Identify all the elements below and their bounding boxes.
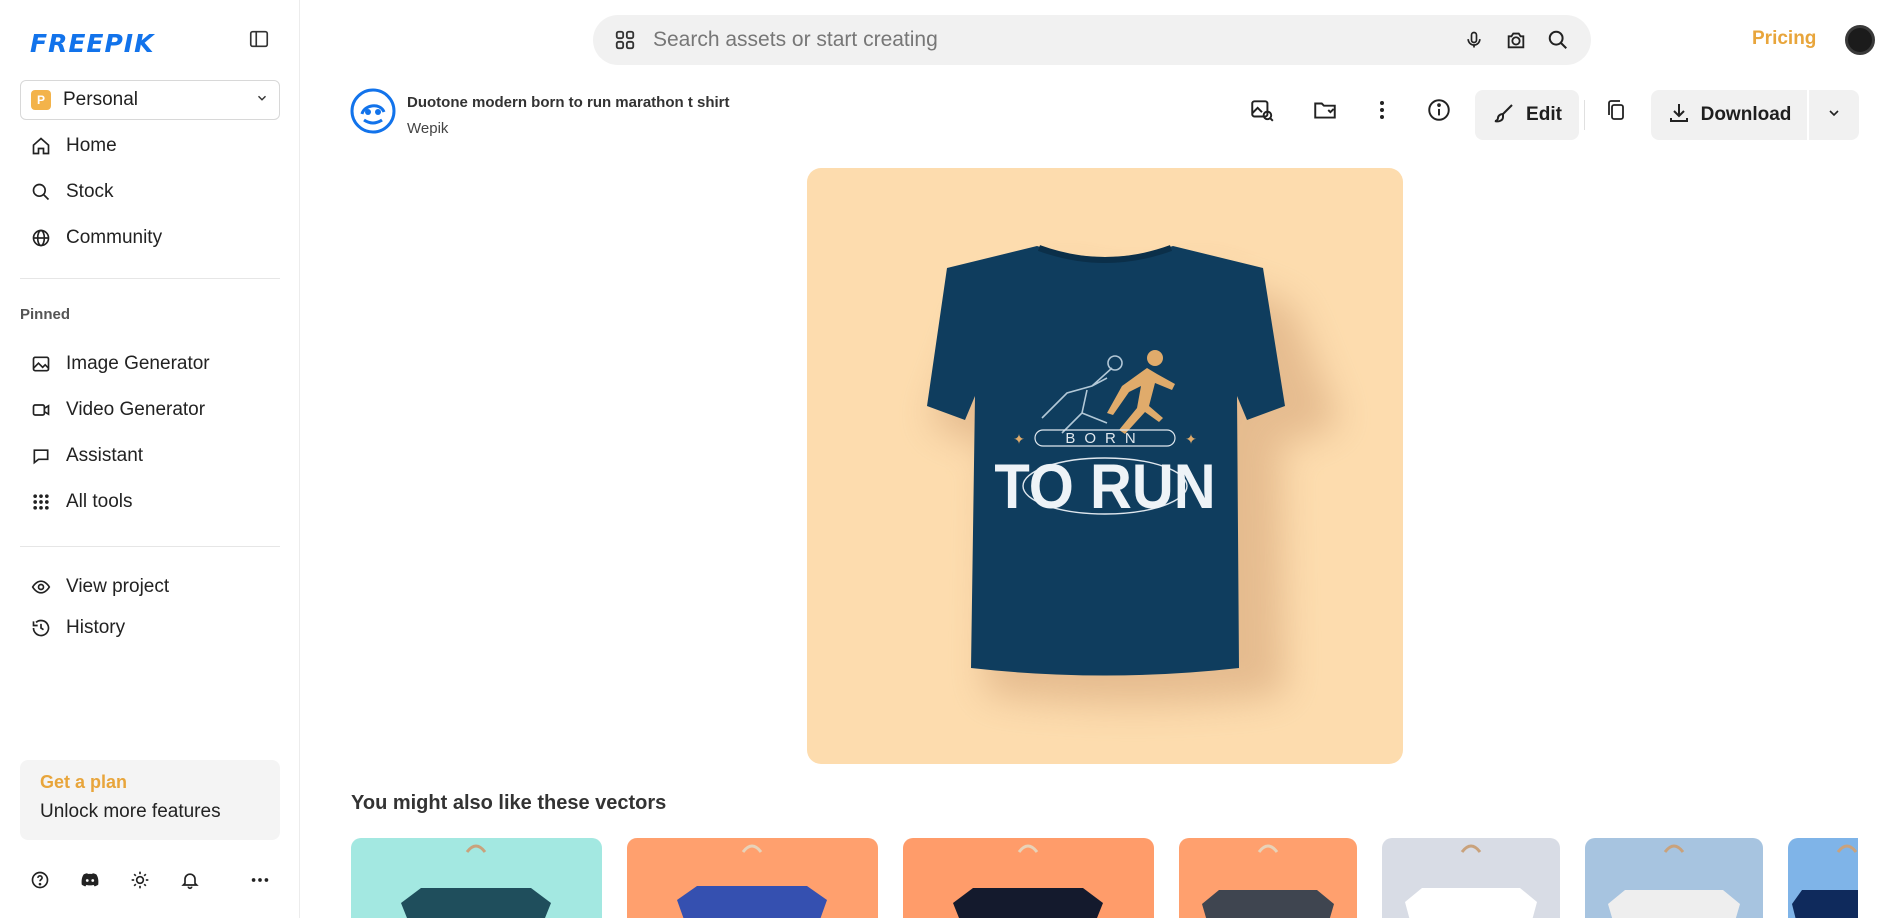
sidebar-item-stock[interactable]: Stock [20,172,280,212]
sun-icon[interactable] [128,868,152,892]
sidebar-item-label: History [66,617,126,638]
chevron-down-icon [1826,105,1842,126]
related-thumbnail[interactable] [627,838,878,918]
microphone-icon[interactable] [1461,27,1487,53]
copy-icon[interactable] [1598,92,1634,128]
asset-author-link[interactable]: Wepik [407,120,448,137]
sidebar-item-label: Home [66,135,117,156]
avatar[interactable] [1845,25,1875,55]
search-bar[interactable] [593,15,1591,65]
sidebar-item-label: Image Generator [66,353,210,374]
related-thumbnail[interactable] [1585,838,1763,918]
sidebar-toggle-icon[interactable] [248,28,272,52]
author-logo-icon[interactable] [350,88,396,134]
chat-icon [30,445,52,467]
related-thumbnail[interactable] [351,838,602,918]
home-icon [30,135,52,157]
chevron-down-icon [255,91,269,110]
sidebar-item-label: Assistant [66,445,144,466]
asset-title: Duotone modern born to run marathon t sh… [407,94,730,111]
account-label: Personal [63,89,138,110]
pinned-heading: Pinned [20,306,71,323]
get-plan-link[interactable]: Get a plan [40,772,260,793]
ai-spark-icon[interactable] [613,28,637,52]
account-selector[interactable]: P Personal [20,80,280,120]
pricing-link[interactable]: Pricing [1752,28,1816,50]
search-icon [30,181,52,203]
download-label: Download [1700,104,1792,125]
download-button[interactable]: Download [1651,90,1807,140]
print-main-text: TO RUN [994,451,1215,522]
bell-icon[interactable] [178,868,202,892]
download-icon [1667,101,1691,130]
image-search-icon[interactable] [1244,92,1280,128]
info-icon[interactable] [1421,92,1457,128]
sidebar-item-community[interactable]: Community [20,218,280,258]
sidebar-divider [20,278,280,279]
sidebar-item-assistant[interactable]: Assistant [20,436,280,476]
history-icon [30,617,52,639]
sidebar-footer [28,868,298,892]
brush-icon [1492,101,1516,130]
related-thumbnail[interactable] [1788,838,1858,918]
sidebar-item-history[interactable]: History [20,608,280,648]
eye-icon [30,576,52,598]
discord-icon[interactable] [78,868,102,892]
sidebar-item-label: All tools [66,491,133,512]
sidebar-item-label: Community [66,227,163,248]
sidebar-item-home[interactable]: Home [20,126,280,166]
edit-button[interactable]: Edit [1475,90,1579,140]
svg-text:✦: ✦ [1185,432,1197,448]
camera-search-icon[interactable] [1503,27,1529,53]
sidebar-item-video-generator[interactable]: Video Generator [20,390,280,430]
sidebar-item-image-generator[interactable]: Image Generator [20,344,280,384]
sidebar-item-label: Video Generator [66,399,206,420]
sidebar-item-label: Stock [66,181,114,202]
more-icon[interactable] [248,868,272,892]
related-thumbnail[interactable] [1179,838,1357,918]
account-badge: P [31,90,51,110]
download-options-button[interactable] [1809,90,1859,140]
search-submit-icon[interactable] [1545,27,1571,53]
search-input[interactable] [653,28,1445,52]
svg-text:✦: ✦ [1013,432,1025,448]
help-icon[interactable] [28,868,52,892]
freepik-logo[interactable]: FREEPIK [30,29,154,58]
plan-subtitle: Unlock more features [40,801,221,822]
related-thumbnail[interactable] [1382,838,1560,918]
print-top-text: BORN [1065,430,1144,447]
sidebar-item-label: View project [66,576,170,597]
globe-icon [30,227,52,249]
search-actions [1445,27,1571,53]
get-plan-card[interactable]: Get a plan Unlock more features [20,760,280,840]
image-icon [30,353,52,375]
edit-label: Edit [1526,104,1562,125]
more-options-icon[interactable] [1364,92,1400,128]
sidebar-item-all-tools[interactable]: All tools [20,482,280,522]
asset-preview-image[interactable]: BORN ✦ ✦ TO RUN [807,168,1403,764]
video-icon [30,399,52,421]
grid-icon [30,491,52,513]
save-to-folder-icon[interactable] [1307,92,1343,128]
related-heading: You might also like these vectors [351,792,667,814]
sidebar-divider [20,546,280,547]
toolbar-separator [1584,100,1585,130]
related-thumbnail[interactable] [903,838,1154,918]
sidebar-item-view-project[interactable]: View project [20,567,280,607]
sidebar: FREEPIK P Personal Home Stock Community … [0,0,300,918]
